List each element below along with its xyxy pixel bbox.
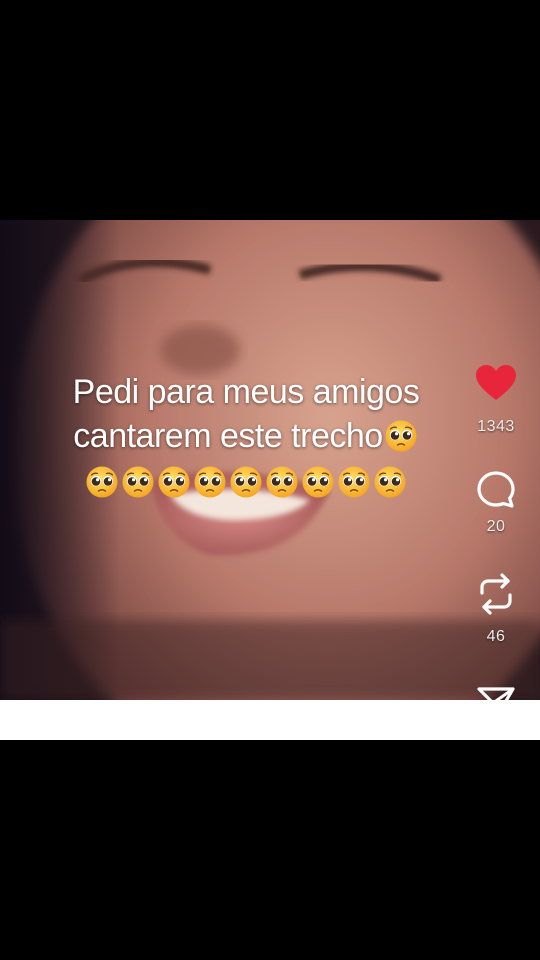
pleading-face-emoji <box>193 465 227 499</box>
pleading-face-emoji <box>85 465 119 499</box>
reel-screen: Pedi para meus amigos cantarem este trec… <box>0 0 540 960</box>
pleading-face-emoji <box>265 465 299 499</box>
pleading-face-emoji <box>301 465 335 499</box>
pleading-face-emoji <box>337 465 371 499</box>
bottom-white-strip <box>0 700 540 740</box>
pleading-face-emoji <box>157 465 191 499</box>
caption-line-2: cantarem este trecho <box>36 414 456 458</box>
send-icon <box>477 687 515 720</box>
comment-bubble-icon <box>477 471 515 508</box>
repost-count: 46 <box>486 628 506 645</box>
comment-button[interactable]: 20 <box>466 470 526 536</box>
share-button[interactable] <box>466 684 526 722</box>
video-caption: Pedi para meus amigos cantarem este trec… <box>36 370 456 504</box>
pleading-face-emoji <box>229 465 263 499</box>
pleading-face-emoji <box>373 465 407 499</box>
like-count: 1343 <box>477 418 515 435</box>
caption-line-1: Pedi para meus amigos <box>72 373 420 411</box>
heart-icon <box>476 365 516 400</box>
pleading-face-emoji <box>121 465 155 499</box>
comment-count: 20 <box>486 518 506 535</box>
like-button[interactable]: 1343 <box>466 364 526 436</box>
repost-button[interactable]: 46 <box>466 572 526 646</box>
caption-emoji-row <box>36 460 456 504</box>
caption-line-2-text: cantarem este trecho <box>73 417 383 455</box>
pleading-face-emoji <box>384 419 418 453</box>
repost-icon <box>480 573 512 615</box>
